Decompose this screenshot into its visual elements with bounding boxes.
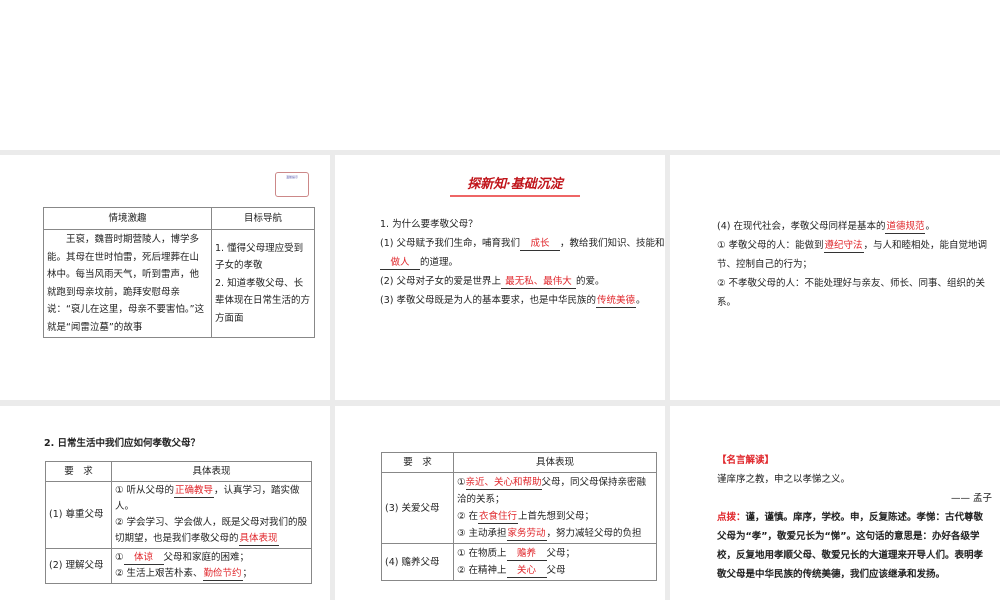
text: ③ 主动承担 <box>457 528 507 539</box>
text: ① <box>115 552 124 563</box>
slide6-content: 【名言解读】 谨庠序之教，申之以孝悌之义。 —— 孟子 点拨：谨，谨慎。庠序，学… <box>717 451 992 584</box>
text: ，努力减轻父母的负担 <box>546 528 642 539</box>
text: (2) 父母对子女的爱是世界上 <box>380 276 501 287</box>
answer-blank: 亲近、关心和帮助 <box>465 477 542 490</box>
how-table: 要 求具体表现 (1) 尊重父母 ① 听从父母的正确教导，认真学习，踏实做人。 ② … <box>45 461 312 584</box>
quote-author: —— 孟子 <box>950 493 992 504</box>
answer-blank: 家务劳动 <box>506 528 547 541</box>
row-label: (3) 关爱父母 <box>381 472 454 544</box>
slide-thumbnail-4[interactable]: 2. 日常生活中我们应如何孝敬父母？ 要 求具体表现 (1) 尊重父母 ① 听从父… <box>0 406 330 606</box>
text: ② 不孝敬父母的人：不能处理好与亲友、师长、同事、组织的关系。 <box>717 278 986 308</box>
header-behavior: 具体表现 <box>453 452 657 473</box>
text: 上首先想到父母； <box>518 511 595 522</box>
header-scenario: 情境激趣 <box>43 207 212 230</box>
row-label: (2) 理解父母 <box>45 548 112 584</box>
story-text: 王裒，魏晋时期营陵人，博学多能。其母在世时怕雷，死后埋葬在山林中。每当风雨天气，… <box>43 229 212 338</box>
question-2: 2. 日常生活中我们应如何孝敬父母？ <box>44 438 201 449</box>
answer-blank: 正确教导 <box>174 485 215 498</box>
top-blank-area <box>0 0 1000 150</box>
slide-thumbnail-6[interactable]: 【名言解读】 谨庠序之教，申之以孝悌之义。 —— 孟子 点拨：谨，谨慎。庠序，学… <box>670 406 1000 606</box>
text: 。 <box>635 295 646 306</box>
answer-blank: 成长 <box>519 238 560 251</box>
text: 父母和家庭的困难； <box>163 552 250 563</box>
text: 的爱。 <box>575 276 605 287</box>
answer-blank: 关心 <box>506 565 547 578</box>
text: 的道理。 <box>420 257 459 268</box>
slide-grid: 温馨提示 情境激趣 目标导航 王裒，魏晋时期营陵人，博学多能。其母在世时怕雷，死后… <box>0 150 1000 606</box>
header-goals: 目标导航 <box>211 207 315 230</box>
tip-note: 温馨提示 <box>275 172 309 197</box>
text: ① 孝敬父母的人：能做到 <box>717 240 824 251</box>
answer-blank: 传统美德 <box>595 295 636 308</box>
goal-2: 2. 知道孝敬父母、长辈体现在日常生活的方方面面 <box>215 277 311 324</box>
text: (4) 在现代社会，孝敬父母同样是基本的 <box>717 221 886 232</box>
slide-thumbnail-2[interactable]: 探新知·基础沉淀 1. 为什么要孝敬父母？ (1) 父母赋予我们生命，哺育我们成… <box>335 155 665 400</box>
text: 父母 <box>546 565 566 576</box>
quote-title: 【名言解读】 <box>717 455 775 466</box>
slide3-content: (4) 在现代社会，孝敬父母同样是基本的道德规范。 ① 孝敬父母的人：能做到遵纪… <box>717 217 992 312</box>
question-1: 1. 为什么要孝敬父母？ <box>380 219 478 230</box>
text: ② 在 <box>457 511 479 522</box>
answer-blank: 最无私、最伟大 <box>500 276 576 289</box>
tip-label: 点拨： <box>717 512 746 523</box>
answer-blank: 勤俭节约 <box>202 568 243 581</box>
answer-blank: 赡养 <box>506 548 547 561</box>
text: (3) 孝敬父母既是为人的基本要求，也是中华民族的 <box>380 295 596 306</box>
text: ① <box>457 477 466 488</box>
answer-blank: 做人 <box>380 257 420 270</box>
text: ② 生活上艰苦朴素、 <box>115 568 203 579</box>
row-label: (4) 赡养父母 <box>381 543 454 581</box>
header-behavior: 具体表现 <box>111 461 312 482</box>
answer-blank: 道德规范 <box>885 221 926 234</box>
explanation-text: 谨，谨慎。庠序，学校。申，反复陈述。孝悌：古代尊敬父母为“孝”，敬爱兄长为“悌”… <box>717 512 984 580</box>
text: 父母； <box>546 548 576 559</box>
goal-1: 1. 懂得父母理应受到子女的孝敬 <box>215 242 304 272</box>
text: ① 在物质上 <box>457 548 507 559</box>
section-banner: 探新知·基础沉淀 <box>450 175 580 197</box>
answer-blank: 遵纪守法 <box>823 240 864 253</box>
answer-blank: 体谅 <box>123 552 164 565</box>
text: (1) 父母赋予我们生命，哺育我们 <box>380 238 520 249</box>
header-requirement: 要 求 <box>45 461 112 482</box>
tip-note-title: 温馨提示 <box>285 175 298 179</box>
slide-thumbnail-1[interactable]: 温馨提示 情境激趣 目标导航 王裒，魏晋时期营陵人，博学多能。其母在世时怕雷，死后… <box>0 155 330 400</box>
slide-thumbnail-3[interactable]: (4) 在现代社会，孝敬父母同样是基本的道德规范。 ① 孝敬父母的人：能做到遵纪… <box>670 155 1000 400</box>
slide-thumbnail-5[interactable]: 要 求具体表现 (3) 关爱父母 ①亲近、关心和帮助父母，同父母保持亲密融洽的关系… <box>335 406 665 606</box>
slide2-content: 1. 为什么要孝敬父母？ (1) 父母赋予我们生命，哺育我们 成长 ，教给我们知识、… <box>380 215 665 310</box>
header-requirement: 要 求 <box>381 452 454 473</box>
row-label: (1) 尊重父母 <box>45 481 112 549</box>
text: ，教给我们知识、技能和 <box>559 238 665 249</box>
intro-table: 情境激趣 目标导航 王裒，魏晋时期营陵人，博学多能。其母在世时怕雷，死后埋葬在山林… <box>43 207 315 338</box>
answer-blank: 具体表现 <box>238 533 279 546</box>
text: 。 <box>925 221 935 232</box>
text: ； <box>242 568 253 579</box>
text: ① 听从父母的 <box>115 485 175 496</box>
text: ② 在精神上 <box>457 565 507 576</box>
answer-blank: 衣食住行 <box>478 511 519 524</box>
quote-text: 谨庠序之教，申之以孝悌之义。 <box>717 474 851 485</box>
how-table-continued: 要 求具体表现 (3) 关爱父母 ①亲近、关心和帮助父母，同父母保持亲密融洽的关系… <box>381 452 657 581</box>
